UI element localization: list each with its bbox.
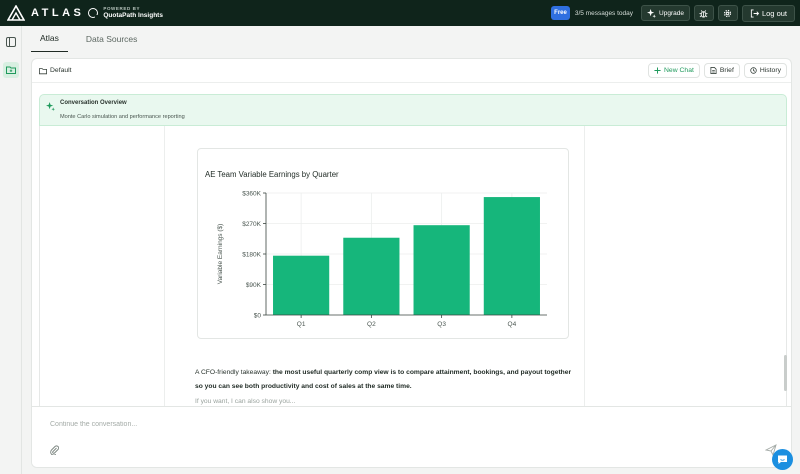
column-divider bbox=[164, 126, 165, 406]
plus-icon bbox=[654, 67, 661, 74]
scrollbar-thumb[interactable] bbox=[784, 355, 787, 391]
message-prefix: A CFO-friendly takeaway: bbox=[195, 369, 273, 376]
column-divider bbox=[584, 126, 585, 406]
bug-icon bbox=[699, 9, 709, 18]
settings-button[interactable] bbox=[717, 5, 738, 21]
composer bbox=[32, 406, 791, 467]
conversation-overview: Conversation Overview Monte Carlo simula… bbox=[39, 94, 787, 126]
powered-by-label: POWERED BY bbox=[103, 6, 141, 11]
brand-name: ATLAS bbox=[31, 7, 85, 19]
quotapath-icon bbox=[88, 8, 100, 19]
bug-report-button[interactable] bbox=[693, 5, 714, 21]
y-tick-label: $180K bbox=[242, 251, 261, 258]
x-tick-label: Q3 bbox=[437, 321, 446, 328]
history-label: History bbox=[759, 67, 781, 74]
help-chat-button[interactable] bbox=[772, 449, 793, 470]
message-count: 3/5 messages today bbox=[574, 9, 634, 17]
x-tick-label: Q1 bbox=[297, 321, 306, 328]
overview-title: Conversation Overview bbox=[60, 100, 127, 106]
bar-q1[interactable] bbox=[273, 255, 330, 315]
logout-icon bbox=[750, 8, 759, 18]
new-chat-button[interactable]: New Chat bbox=[648, 63, 700, 78]
bar-q2[interactable] bbox=[343, 237, 400, 315]
powered-by: POWERED BY QuotaPath Insights bbox=[88, 6, 163, 19]
x-tick-label: Q4 bbox=[508, 321, 517, 328]
logout-button[interactable]: Log out bbox=[741, 4, 795, 22]
bar-chart: $0 $90K $180K $270K $360K Q1 Q2 Q3 Q4 Variable … bbox=[217, 190, 547, 328]
y-tick-label: $90K bbox=[246, 282, 262, 289]
overview-subtitle: Monte Carlo simulation and performance r… bbox=[60, 114, 185, 120]
message-cut-line: If you want, I can also show you... bbox=[195, 398, 296, 405]
tab-atlas[interactable]: Atlas bbox=[31, 33, 68, 52]
assistant-message: A CFO-friendly takeaway: the most useful… bbox=[195, 366, 575, 393]
chart-card: AE Team Variable Earnings by Quarter $0 $… bbox=[197, 148, 569, 339]
folder-selector[interactable]: Default bbox=[39, 67, 72, 75]
top-bar: ATLAS POWERED BY QuotaPath Insights Free… bbox=[0, 0, 800, 26]
message-input[interactable] bbox=[50, 417, 650, 431]
bar-q3[interactable] bbox=[413, 225, 470, 315]
x-tick-label: Q2 bbox=[367, 321, 376, 328]
chat-panel: Default New Chat Brief History Conversat… bbox=[31, 58, 792, 468]
y-axis-label: Variable Earnings ($) bbox=[217, 224, 224, 285]
y-tick-label: $360K bbox=[242, 190, 261, 197]
new-chat-label: New Chat bbox=[664, 67, 694, 74]
atlas-mountain-icon bbox=[7, 5, 25, 21]
powered-by-name: QuotaPath Insights bbox=[103, 11, 163, 19]
history-button[interactable]: History bbox=[743, 63, 787, 78]
tab-data-sources[interactable]: Data Sources bbox=[77, 34, 147, 52]
conversation-area: AE Team Variable Earnings by Quarter $0 $… bbox=[39, 126, 787, 406]
sidebar-toggle-button[interactable] bbox=[3, 34, 19, 50]
atlas-logo[interactable]: ATLAS bbox=[7, 5, 84, 21]
folder-label: Default bbox=[50, 67, 72, 74]
sparkle-icon bbox=[647, 8, 657, 18]
folder-icon bbox=[39, 67, 47, 74]
folder-nav-button[interactable] bbox=[3, 62, 19, 78]
left-rail bbox=[0, 26, 22, 474]
folder-icon bbox=[6, 66, 16, 74]
upgrade-label: Upgrade bbox=[659, 9, 684, 17]
brief-label: Brief bbox=[719, 67, 734, 74]
gear-icon bbox=[724, 9, 732, 17]
upgrade-button[interactable]: Upgrade bbox=[641, 5, 690, 21]
y-tick-label: $270K bbox=[242, 221, 261, 228]
chat-bubble-icon bbox=[778, 455, 787, 464]
paperclip-icon[interactable] bbox=[50, 445, 59, 455]
document-icon bbox=[710, 67, 717, 74]
tab-bar: Atlas Data Sources bbox=[22, 26, 800, 52]
panel-header: Default New Chat Brief History bbox=[32, 59, 791, 83]
bar-q4[interactable] bbox=[483, 197, 540, 315]
sidebar-toggle-icon bbox=[6, 37, 16, 47]
history-icon bbox=[750, 67, 757, 74]
sparkle-icon bbox=[46, 102, 55, 111]
brief-button[interactable]: Brief bbox=[703, 63, 740, 78]
plan-badge: Free bbox=[551, 6, 570, 20]
logout-label: Log out bbox=[761, 8, 787, 18]
y-tick-label: $0 bbox=[254, 312, 262, 319]
